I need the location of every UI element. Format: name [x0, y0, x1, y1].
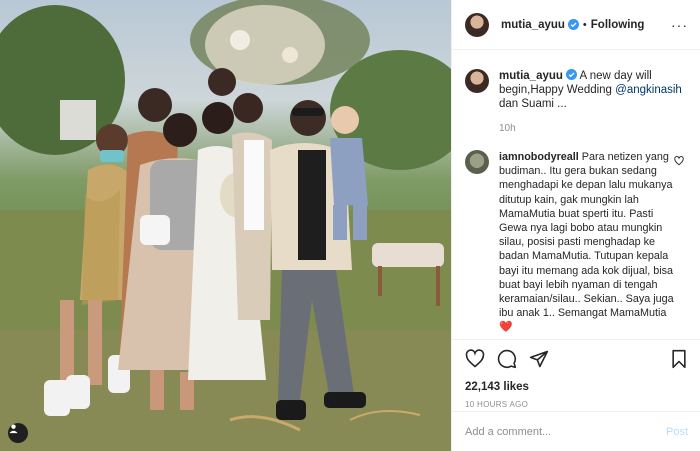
commenter-avatar[interactable] [465, 150, 489, 174]
caption: mutia_ayuu A new day will begin,Happy We… [465, 69, 688, 134]
comment-body: Para netizen yang budiman.. Itu gera buk… [499, 151, 674, 334]
post-timestamp[interactable]: 10 HOURS AGO [465, 400, 688, 409]
like-comment-heart-icon[interactable] [674, 156, 684, 166]
caption-username[interactable]: mutia_ayuu [499, 70, 563, 82]
caption-line-2: dan Suami ... [499, 98, 567, 110]
verified-badge-icon [565, 69, 577, 80]
comment-bubble-icon [497, 349, 517, 369]
likes-count[interactable]: 22,143 likes [465, 381, 688, 393]
more-options-icon[interactable]: ··· [671, 17, 688, 33]
verified-badge-icon [567, 19, 579, 30]
commenter-username[interactable]: iamnobodyreall [499, 151, 579, 163]
paper-plane-icon [529, 350, 549, 368]
comment-button[interactable] [497, 349, 517, 369]
person-icon [9, 424, 18, 434]
caption-age: 10h [499, 123, 516, 134]
separator-dot: • [582, 18, 587, 31]
caption-avatar[interactable] [465, 69, 489, 93]
following-button[interactable]: Following [591, 19, 645, 31]
comment-text: iamnobodyreall Para netizen yang budiman… [499, 150, 679, 335]
action-icons [465, 348, 688, 370]
caption-text: mutia_ayuu A new day will begin,Happy We… [499, 69, 694, 111]
post-comment-button[interactable]: Post [666, 426, 688, 438]
heart-icon [465, 349, 485, 368]
add-comment-bar: Post [452, 411, 700, 451]
save-button[interactable] [670, 349, 688, 369]
author-avatar[interactable] [465, 12, 489, 37]
like-button[interactable] [465, 349, 485, 369]
share-button[interactable] [529, 349, 549, 369]
author-username[interactable]: mutia_ayuu [501, 19, 565, 31]
post-header: mutia_ayuu • Following ··· [452, 0, 700, 50]
post-sidebar: mutia_ayuu • Following ··· mutia_ayuu A … [451, 0, 700, 451]
wedding-group-photo [0, 0, 451, 451]
comment-item: iamnobodyreall Para netizen yang budiman… [465, 150, 688, 335]
tagged-users-button[interactable] [8, 423, 28, 443]
bookmark-icon [672, 349, 686, 369]
post-photo[interactable] [0, 0, 451, 451]
caption-mention-link[interactable]: @angkinasih [615, 84, 682, 96]
comments-section: mutia_ayuu A new day will begin,Happy We… [452, 51, 700, 339]
post-actions: 22,143 likes 10 HOURS AGO [452, 339, 700, 409]
add-comment-input[interactable] [465, 425, 666, 438]
